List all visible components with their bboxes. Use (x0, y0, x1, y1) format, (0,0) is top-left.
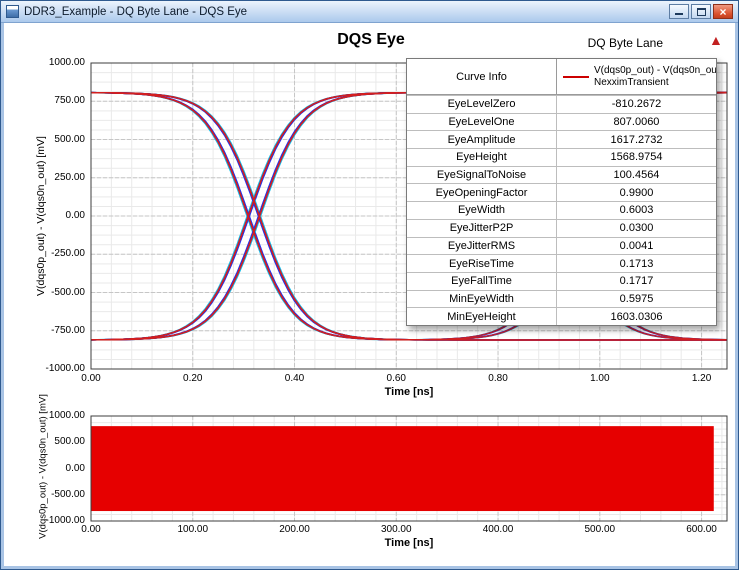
window-icon (6, 5, 19, 18)
metric-value: 0.5975 (619, 292, 654, 305)
curve-info-row: MinEyeHeight 1603.0306 (407, 307, 716, 325)
minimize-icon (675, 13, 683, 15)
maximize-icon (696, 8, 706, 16)
curve-info-row: EyeJitterRMS 0.0041 (407, 236, 716, 255)
curve-info-row: MinEyeWidth 0.5975 (407, 289, 716, 308)
bottom-x-axis-title: Time [ns] (384, 537, 434, 549)
metric-name: EyeRiseTime (407, 255, 557, 272)
probe-marker-icon: ▲ (709, 32, 723, 48)
bottom-y-axis-title: V(dqs0p_out) - V(dqs0n_out) [mV] (37, 394, 49, 539)
curve-info-row: EyeLevelOne 807.0060 (407, 112, 716, 131)
metric-value: -810.2672 (611, 98, 662, 111)
close-button[interactable]: × (713, 4, 733, 19)
metric-name: EyeJitterRMS (407, 237, 557, 255)
curve-info-row: EyeOpeningFactor 0.9900 (407, 183, 716, 202)
metric-value: 0.0300 (619, 222, 654, 235)
titlebar[interactable]: DDR3_Example - DQ Byte Lane - DQS Eye × (1, 1, 738, 23)
metric-value: 0.0041 (619, 239, 654, 252)
metric-value: 1603.0306 (610, 310, 663, 323)
curve-info-rows: EyeLevelZero -810.2672 EyeLevelOne 807.0060… (407, 95, 716, 325)
curve-info-row: EyeFallTime 0.1717 (407, 271, 716, 290)
curve-info-header-row: Curve Info V(dqs0p_out) - V(dqs0n_out) N… (407, 59, 716, 95)
curve-info-row: EyeSignalToNoise 100.4564 (407, 165, 716, 184)
metric-name: EyeLevelOne (407, 113, 557, 131)
metric-name: EyeHeight (407, 149, 557, 166)
curve-info-row: EyeLevelZero -810.2672 (407, 95, 716, 113)
trace-legend-line-icon (563, 75, 589, 78)
metric-name: MinEyeWidth (407, 290, 557, 308)
metric-value: 1568.9754 (610, 151, 663, 164)
trace-sublabel: NexximTransient (594, 76, 669, 88)
trace-legend: V(dqs0p_out) - V(dqs0n_out) NexximTransi… (557, 59, 716, 94)
curve-info-row: EyeWidth 0.6003 (407, 201, 716, 219)
metric-name: EyeFallTime (407, 272, 557, 290)
metric-name: EyeLevelZero (407, 96, 557, 113)
trace-label: V(dqs0p_out) - V(dqs0n_out) (594, 65, 716, 76)
metric-name: MinEyeHeight (407, 308, 557, 325)
transient-plot (90, 415, 728, 522)
curve-info-row: EyeAmplitude 1617.2732 (407, 130, 716, 149)
metric-value: 0.6003 (619, 204, 654, 217)
top-x-axis-title: Time [ns] (384, 386, 434, 398)
curve-info-row: EyeHeight 1568.9754 (407, 148, 716, 166)
metric-name: EyeAmplitude (407, 131, 557, 149)
curve-info-header: Curve Info (407, 59, 557, 94)
metric-value: 0.9900 (619, 186, 654, 199)
metric-value: 807.0060 (613, 116, 660, 129)
curve-info-table[interactable]: Curve Info V(dqs0p_out) - V(dqs0n_out) N… (406, 58, 717, 326)
minimize-button[interactable] (669, 4, 689, 19)
curve-info-row: EyeJitterP2P 0.0300 (407, 218, 716, 237)
metric-value: 0.1717 (619, 275, 654, 288)
app-window: DQS Eye DQ Byte Lane ▲ V(dqs0p_out) - V(… (0, 0, 739, 570)
window-title: DDR3_Example - DQ Byte Lane - DQS Eye (24, 5, 248, 18)
metric-value: 100.4564 (613, 169, 660, 182)
metric-name: EyeSignalToNoise (407, 166, 557, 184)
metric-name: EyeOpeningFactor (407, 184, 557, 202)
metric-name: EyeJitterP2P (407, 219, 557, 237)
maximize-button[interactable] (691, 4, 711, 19)
context-label: DQ Byte Lane (587, 36, 663, 50)
metric-value: 0.1713 (619, 257, 654, 270)
curve-info-row: EyeRiseTime 0.1713 (407, 254, 716, 272)
close-icon: × (719, 4, 727, 19)
metric-value: 1617.2732 (610, 133, 663, 146)
top-y-axis-title: V(dqs0p_out) - V(dqs0n_out) [mV] (35, 136, 47, 296)
metric-name: EyeWidth (407, 202, 557, 219)
